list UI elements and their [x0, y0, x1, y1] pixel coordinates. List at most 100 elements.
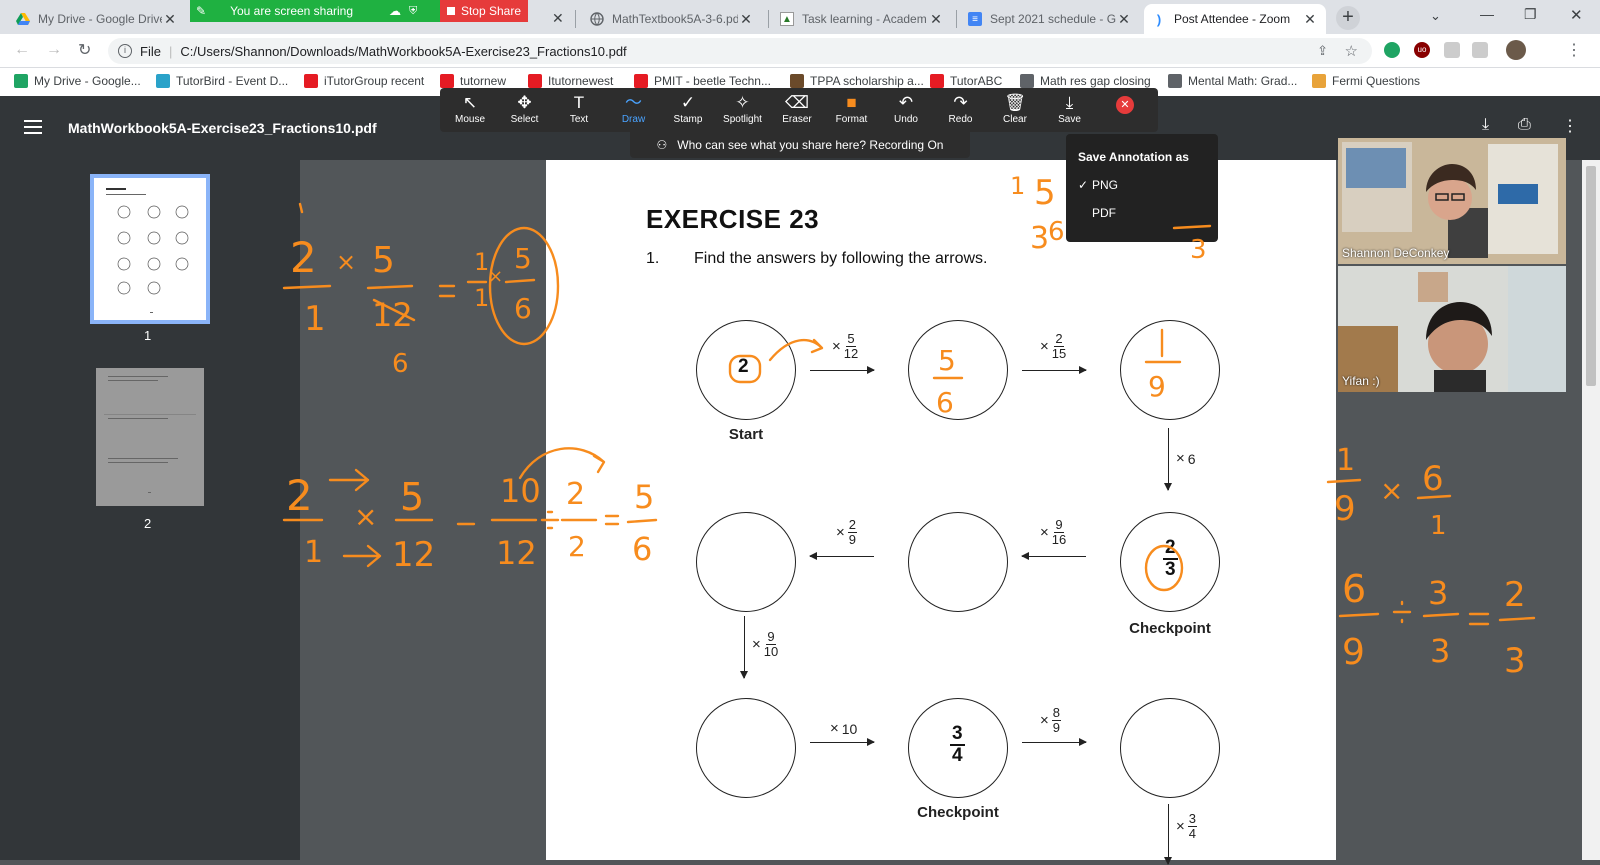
url-scheme: File	[140, 43, 161, 59]
hamburger-menu-icon[interactable]	[24, 120, 42, 134]
tab-my-drive[interactable]: My Drive - Google Drive ✕	[8, 4, 186, 34]
share-icon[interactable]: ⇪	[1317, 43, 1328, 59]
answer-circle	[696, 512, 796, 612]
bookmark-item[interactable]: tutornew	[440, 74, 506, 88]
recording-notice[interactable]: ⚇ Who can see what you share here? Recor…	[630, 132, 970, 158]
reload-icon[interactable]: ↻	[78, 40, 91, 60]
tool-label: Eraser	[782, 114, 812, 125]
tab-separator	[768, 10, 769, 28]
times-sign: ×	[1176, 818, 1185, 835]
thumbnail-sidebar: 1 2	[0, 160, 300, 860]
tab-sept-schedule[interactable]: ≡ Sept 2021 schedule - G ✕	[960, 4, 1140, 34]
times-sign: ×	[1040, 524, 1049, 541]
fraction-denominator: 16	[1051, 532, 1067, 547]
arrow-right	[1022, 366, 1087, 374]
extension-icon[interactable]	[1444, 42, 1460, 58]
bookmark-item[interactable]: Mental Math: Grad...	[1168, 74, 1297, 88]
tool-draw[interactable]: 〜 Draw	[608, 92, 660, 130]
bookmark-item[interactable]: TPPA scholarship a...	[790, 74, 924, 88]
close-icon[interactable]: ✕	[552, 10, 564, 27]
google-docs-icon: ≡	[968, 12, 982, 26]
fraction-numerator: 8	[1051, 705, 1061, 721]
arrow-down	[1164, 804, 1172, 865]
answer-circle	[696, 698, 796, 798]
tab-math-textbook[interactable]: MathTextbook5A-3-6.pdf ✕	[582, 4, 762, 34]
ublock-icon[interactable]: uo	[1414, 42, 1430, 58]
close-annotation-icon[interactable]: ✕	[1116, 96, 1134, 114]
save-option-pdf[interactable]: PDF	[1078, 206, 1116, 220]
tool-spotlight[interactable]: ✧ Spotlight	[717, 92, 769, 130]
tool-label: Stamp	[673, 114, 703, 125]
ink-mark: 2	[1504, 575, 1526, 615]
redo-icon: ↷	[953, 93, 968, 112]
thumbnail-page-1[interactable]	[90, 174, 210, 324]
tool-eraser[interactable]: ⌫ Eraser	[771, 92, 823, 130]
print-icon[interactable]: ⎙	[1518, 116, 1531, 134]
tab-task-learning[interactable]: ▲ Task learning - Academ ✕	[772, 4, 952, 34]
ink-mark: 10	[500, 472, 541, 510]
checkpoint-label: Checkpoint	[917, 804, 999, 821]
address-bar[interactable]: i File | C:/Users/Shannon/Downloads/Math…	[108, 38, 1372, 64]
ink-mark: 1	[1430, 511, 1447, 541]
restore-icon[interactable]: ❐	[1524, 6, 1537, 23]
back-icon[interactable]: ←	[14, 41, 30, 59]
bookmark-item[interactable]: My Drive - Google...	[14, 74, 141, 88]
stop-share-button[interactable]: Stop Share	[440, 0, 528, 22]
tool-text[interactable]: T Text	[553, 92, 605, 130]
bookmark-favicon-icon	[14, 74, 28, 88]
menu-kebab-icon[interactable]: ⋮	[1566, 40, 1582, 60]
close-icon[interactable]: ✕	[1116, 11, 1132, 28]
tab-search-icon[interactable]: ⌄	[1430, 8, 1441, 24]
ink-mark: ×	[1380, 474, 1403, 507]
tool-redo[interactable]: ↷ Redo	[935, 92, 987, 130]
bookmark-item[interactable]: Itutornewest	[528, 74, 613, 88]
more-options-icon[interactable]: ⋮	[1562, 116, 1578, 136]
download-icon[interactable]: ⤓	[1482, 116, 1489, 134]
save-option-png[interactable]: ✓ PNG	[1078, 178, 1118, 192]
tool-mouse[interactable]: ↖ Mouse	[444, 92, 496, 130]
bookmark-item[interactable]: Math res gap closing	[1020, 74, 1151, 88]
bookmark-item[interactable]: Fermi Questions	[1312, 74, 1420, 88]
tool-select[interactable]: ✥ Select	[499, 92, 551, 130]
bookmark-favicon-icon	[1020, 74, 1034, 88]
ink-mark	[504, 278, 536, 284]
start-value: 2	[738, 356, 749, 377]
close-icon[interactable]: ✕	[738, 11, 754, 28]
extension-icon[interactable]	[1384, 42, 1400, 58]
forward-icon[interactable]: →	[46, 41, 62, 59]
close-icon[interactable]: ✕	[1302, 11, 1318, 28]
new-tab-button[interactable]: +	[1336, 6, 1360, 30]
tool-clear[interactable]: 🗑 Clear	[989, 92, 1041, 130]
window-close-icon[interactable]: ✕	[1570, 6, 1583, 24]
tool-format[interactable]: ■ Format	[826, 92, 878, 130]
fraction-numerator: 9	[766, 629, 776, 645]
bookmark-label: tutornew	[460, 74, 507, 88]
bookmark-label: TutorBird - Event D...	[176, 74, 289, 88]
bookmark-item[interactable]: TutorBird - Event D...	[156, 74, 288, 88]
participant-name: Shannon DeConkey	[1342, 246, 1450, 260]
ink-mark: 1	[474, 248, 489, 276]
extensions-puzzle-icon[interactable]	[1472, 42, 1488, 58]
tab-post-attendee-zoom[interactable]: ) Post Attendee - Zoom ✕	[1144, 4, 1326, 34]
tool-label: Redo	[948, 114, 973, 125]
bookmark-star-icon[interactable]: ☆	[1345, 42, 1358, 60]
save-annotation-popup: Save Annotation as ✓ PNG PDF	[1066, 134, 1218, 242]
scrollbar-thumb[interactable]	[1586, 166, 1596, 386]
tool-stamp[interactable]: ✓ Stamp	[662, 92, 714, 130]
page-scrollbar[interactable]	[1582, 160, 1600, 860]
tool-save[interactable]: ⤓ Save	[1044, 92, 1096, 130]
answer-circle	[908, 320, 1008, 420]
pencil-icon: ✎	[196, 4, 207, 18]
tool-undo[interactable]: ↶ Undo	[880, 92, 932, 130]
video-tile-shannon[interactable]: Shannon DeConkey	[1338, 138, 1566, 264]
video-tile-yifan[interactable]: Yifan :)	[1338, 266, 1566, 392]
bookmark-item[interactable]: iTutorGroup recent	[304, 74, 424, 88]
minimize-icon[interactable]: —	[1480, 6, 1494, 22]
bookmark-item[interactable]: TutorABC	[930, 74, 1002, 88]
close-icon[interactable]: ✕	[928, 11, 944, 28]
avatar[interactable]	[1506, 40, 1526, 60]
eraser-icon: ⌫	[784, 93, 810, 112]
bookmark-item[interactable]: PMIT - beetle Techn...	[634, 74, 771, 88]
close-icon[interactable]: ✕	[162, 11, 178, 28]
thumbnail-page-2[interactable]	[96, 368, 204, 506]
